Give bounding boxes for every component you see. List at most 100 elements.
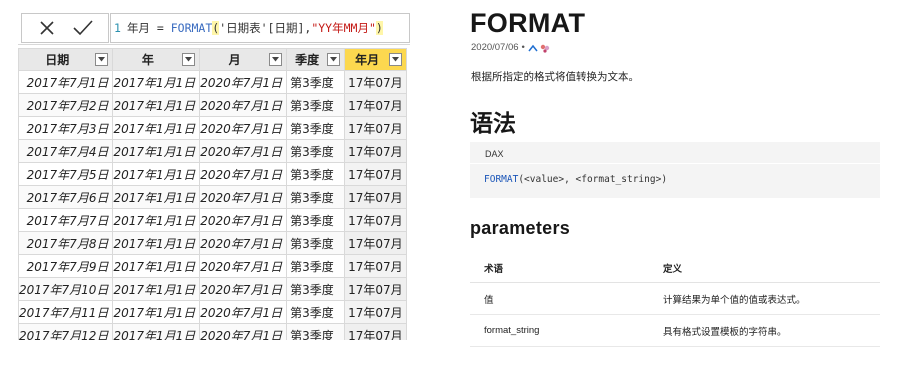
column-header-label: 季度: [295, 53, 320, 67]
table-cell-date[interactable]: 2017年7月11日: [18, 300, 114, 324]
table-cell-year-month[interactable]: 17年07月: [344, 70, 408, 94]
table-cell-year-month[interactable]: 17年07月: [344, 116, 408, 140]
table-cell-year[interactable]: 2017年1月1日: [112, 208, 201, 232]
table-cell-quarter[interactable]: 第3季度: [286, 277, 346, 301]
table-cell-quarter[interactable]: 第3季度: [286, 93, 346, 117]
code-function: FORMAT: [484, 174, 519, 185]
table-cell-quarter[interactable]: 第3季度: [286, 208, 346, 232]
chevron-down-icon: [330, 57, 338, 62]
data-view-panel: 1 年月 = FORMAT('日期表'[日期],"YY年MM月") 日期年月季度年…: [18, 10, 410, 340]
table-cell-month[interactable]: 2020年7月1日: [199, 139, 288, 163]
table-cell-year-month[interactable]: 17年07月: [344, 231, 408, 255]
table-row: 2017年7月3日 2017年1月1日 2020年7月1日 第3季度 17年07月: [18, 116, 408, 140]
table-cell-year[interactable]: 2017年1月1日: [112, 254, 201, 278]
contributors-icon[interactable]: [528, 43, 550, 53]
table-cell-date[interactable]: 2017年7月4日: [18, 139, 114, 163]
filter-dropdown-button[interactable]: [95, 53, 109, 66]
close-icon: [40, 21, 54, 35]
column-header-label: 年: [141, 53, 154, 67]
table-cell-date[interactable]: 2017年7月9日: [18, 254, 114, 278]
formula-lhs: 年月 =: [126, 21, 171, 35]
table-cell-date[interactable]: 2017年7月5日: [18, 162, 114, 186]
table-cell-month[interactable]: 2020年7月1日: [199, 116, 288, 140]
column-header-year[interactable]: 年: [112, 48, 201, 71]
table-cell-date[interactable]: 2017年7月1日: [18, 70, 114, 94]
cancel-button[interactable]: [32, 15, 62, 41]
table-cell-year[interactable]: 2017年1月1日: [112, 277, 201, 301]
formula-format-string: "YY年MM月": [311, 21, 376, 35]
table-cell-year[interactable]: 2017年1月1日: [112, 93, 201, 117]
table-cell-month[interactable]: 2020年7月1日: [199, 70, 288, 94]
table-cell-month[interactable]: 2020年7月1日: [199, 231, 288, 255]
formula-bar: 1 年月 = FORMAT('日期表'[日期],"YY年MM月"): [18, 10, 410, 45]
table-cell-quarter[interactable]: 第3季度: [286, 231, 346, 255]
table-cell-quarter[interactable]: 第3季度: [286, 162, 346, 186]
table-row: 2017年7月12日 2017年1月1日 2020年7月1日 第3季度 17年07月: [18, 323, 408, 340]
doc-description: 根据所指定的格式将值转换为文本。: [471, 71, 639, 83]
table-row: 2017年7月9日 2017年1月1日 2020年7月1日 第3季度 17年07月: [18, 254, 408, 278]
table-cell-date[interactable]: 2017年7月2日: [18, 93, 114, 117]
table-cell-month[interactable]: 2020年7月1日: [199, 277, 288, 301]
table-cell-year-month[interactable]: 17年07月: [344, 254, 408, 278]
filter-dropdown-button[interactable]: [269, 53, 283, 66]
filter-dropdown-button[interactable]: [389, 53, 403, 66]
table-cell-year[interactable]: 2017年1月1日: [112, 70, 201, 94]
table-cell-quarter[interactable]: 第3季度: [286, 300, 346, 324]
table-cell-year[interactable]: 2017年1月1日: [112, 162, 201, 186]
table-cell-year[interactable]: 2017年1月1日: [112, 185, 201, 209]
table-cell-year[interactable]: 2017年1月1日: [112, 116, 201, 140]
column-header-quarter[interactable]: 季度: [286, 48, 346, 71]
table-cell-quarter[interactable]: 第3季度: [286, 116, 346, 140]
code-text: FORMAT(<value>, <format_string>): [484, 174, 667, 185]
table-cell-date[interactable]: 2017年7月8日: [18, 231, 114, 255]
table-cell-year-month[interactable]: 17年07月: [344, 185, 408, 209]
table-cell-month[interactable]: 2020年7月1日: [199, 162, 288, 186]
table-cell-month[interactable]: 2020年7月1日: [199, 254, 288, 278]
param-definition: 具有格式设置模板的字符串。: [649, 314, 880, 347]
table-row: 2017年7月4日 2017年1月1日 2020年7月1日 第3季度 17年07月: [18, 139, 408, 163]
documentation-panel: FORMAT 2020/07/06 • 根据所指定的格式将值转换为文本。 语法 …: [470, 0, 882, 372]
table-row: 2017年7月5日 2017年1月1日 2020年7月1日 第3季度 17年07月: [18, 162, 408, 186]
column-header-date[interactable]: 日期: [18, 48, 114, 71]
table-cell-year-month[interactable]: 17年07月: [344, 208, 408, 232]
table-cell-year[interactable]: 2017年1月1日: [112, 300, 201, 324]
table-cell-date[interactable]: 2017年7月6日: [18, 185, 114, 209]
doc-date: 2020/07/06: [471, 42, 519, 53]
table-cell-year-month[interactable]: 17年07月: [344, 93, 408, 117]
table-cell-year[interactable]: 2017年1月1日: [112, 139, 201, 163]
column-header-month[interactable]: 月: [199, 48, 288, 71]
table-cell-date[interactable]: 2017年7月12日: [18, 323, 114, 340]
table-cell-date[interactable]: 2017年7月3日: [18, 116, 114, 140]
column-header-year-month[interactable]: 年月: [344, 48, 408, 71]
table-cell-quarter[interactable]: 第3季度: [286, 254, 346, 278]
table-cell-month[interactable]: 2020年7月1日: [199, 323, 288, 340]
meta-separator: •: [521, 42, 525, 53]
commit-button[interactable]: [68, 15, 98, 41]
doc-meta: 2020/07/06 •: [471, 42, 550, 53]
table-cell-month[interactable]: 2020年7月1日: [199, 208, 288, 232]
table-cell-year-month[interactable]: 17年07月: [344, 300, 408, 324]
formula-function: FORMAT: [170, 21, 213, 35]
table-cell-month[interactable]: 2020年7月1日: [199, 300, 288, 324]
formula-column-ref: '日期表'[日期],: [219, 21, 312, 35]
filter-dropdown-button[interactable]: [327, 53, 341, 66]
table-cell-quarter[interactable]: 第3季度: [286, 139, 346, 163]
table-cell-date[interactable]: 2017年7月7日: [18, 208, 114, 232]
formula-close-paren: ): [375, 21, 383, 35]
chevron-down-icon: [272, 57, 280, 62]
table-cell-year[interactable]: 2017年1月1日: [112, 231, 201, 255]
table-cell-year-month[interactable]: 17年07月: [344, 277, 408, 301]
table-cell-quarter[interactable]: 第3季度: [286, 323, 346, 340]
table-cell-quarter[interactable]: 第3季度: [286, 70, 346, 94]
table-cell-date[interactable]: 2017年7月10日: [18, 277, 114, 301]
table-cell-year[interactable]: 2017年1月1日: [112, 323, 201, 340]
table-cell-quarter[interactable]: 第3季度: [286, 185, 346, 209]
filter-dropdown-button[interactable]: [182, 53, 196, 66]
table-cell-month[interactable]: 2020年7月1日: [199, 185, 288, 209]
table-cell-year-month[interactable]: 17年07月: [344, 323, 408, 340]
table-cell-year-month[interactable]: 17年07月: [344, 139, 408, 163]
table-cell-month[interactable]: 2020年7月1日: [199, 93, 288, 117]
table-cell-year-month[interactable]: 17年07月: [344, 162, 408, 186]
formula-input[interactable]: 1 年月 = FORMAT('日期表'[日期],"YY年MM月"): [110, 13, 410, 43]
data-table: 日期年月季度 年月 2017年7月1日 2017年1月1日 2020年7月1日 第3季度…: [18, 48, 408, 340]
